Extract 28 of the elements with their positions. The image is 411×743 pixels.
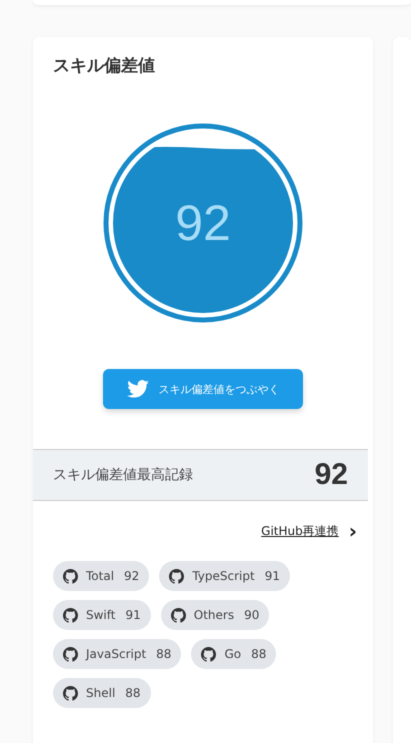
github-icon <box>63 686 78 700</box>
skill-name: TypeScript <box>192 569 255 583</box>
skill-score: 91 <box>125 608 141 622</box>
bird-icon <box>126 380 148 398</box>
skill-score: 92 <box>124 569 140 583</box>
skill-name: JavaScript <box>86 647 146 661</box>
github-icon <box>169 568 184 584</box>
score-value: 92 <box>175 198 231 248</box>
skill-score: 88 <box>125 686 141 700</box>
skill-name: Others <box>194 608 234 622</box>
record-value: 92 <box>314 458 348 492</box>
github-icon <box>63 608 78 622</box>
skill-score: 88 <box>251 647 266 661</box>
skill-score: 88 <box>156 647 172 661</box>
skill-name: Swift <box>86 608 116 622</box>
github-icon <box>201 646 216 662</box>
chevron-icon: › <box>348 521 357 541</box>
record-label: スキル偏差値最高記録 <box>53 466 193 484</box>
skill-name: Go <box>224 647 242 661</box>
github-icon <box>170 608 186 622</box>
github-icon <box>63 568 78 584</box>
skill-name: Total <box>86 569 114 583</box>
github-icon <box>63 646 78 662</box>
skill-score: 91 <box>264 569 280 583</box>
skill-score: 90 <box>244 608 260 622</box>
skill-name: Shell <box>86 686 116 700</box>
card-title: スキル偏差値 <box>52 55 156 78</box>
relink-link[interactable]: GitHub再連携 <box>261 522 339 540</box>
